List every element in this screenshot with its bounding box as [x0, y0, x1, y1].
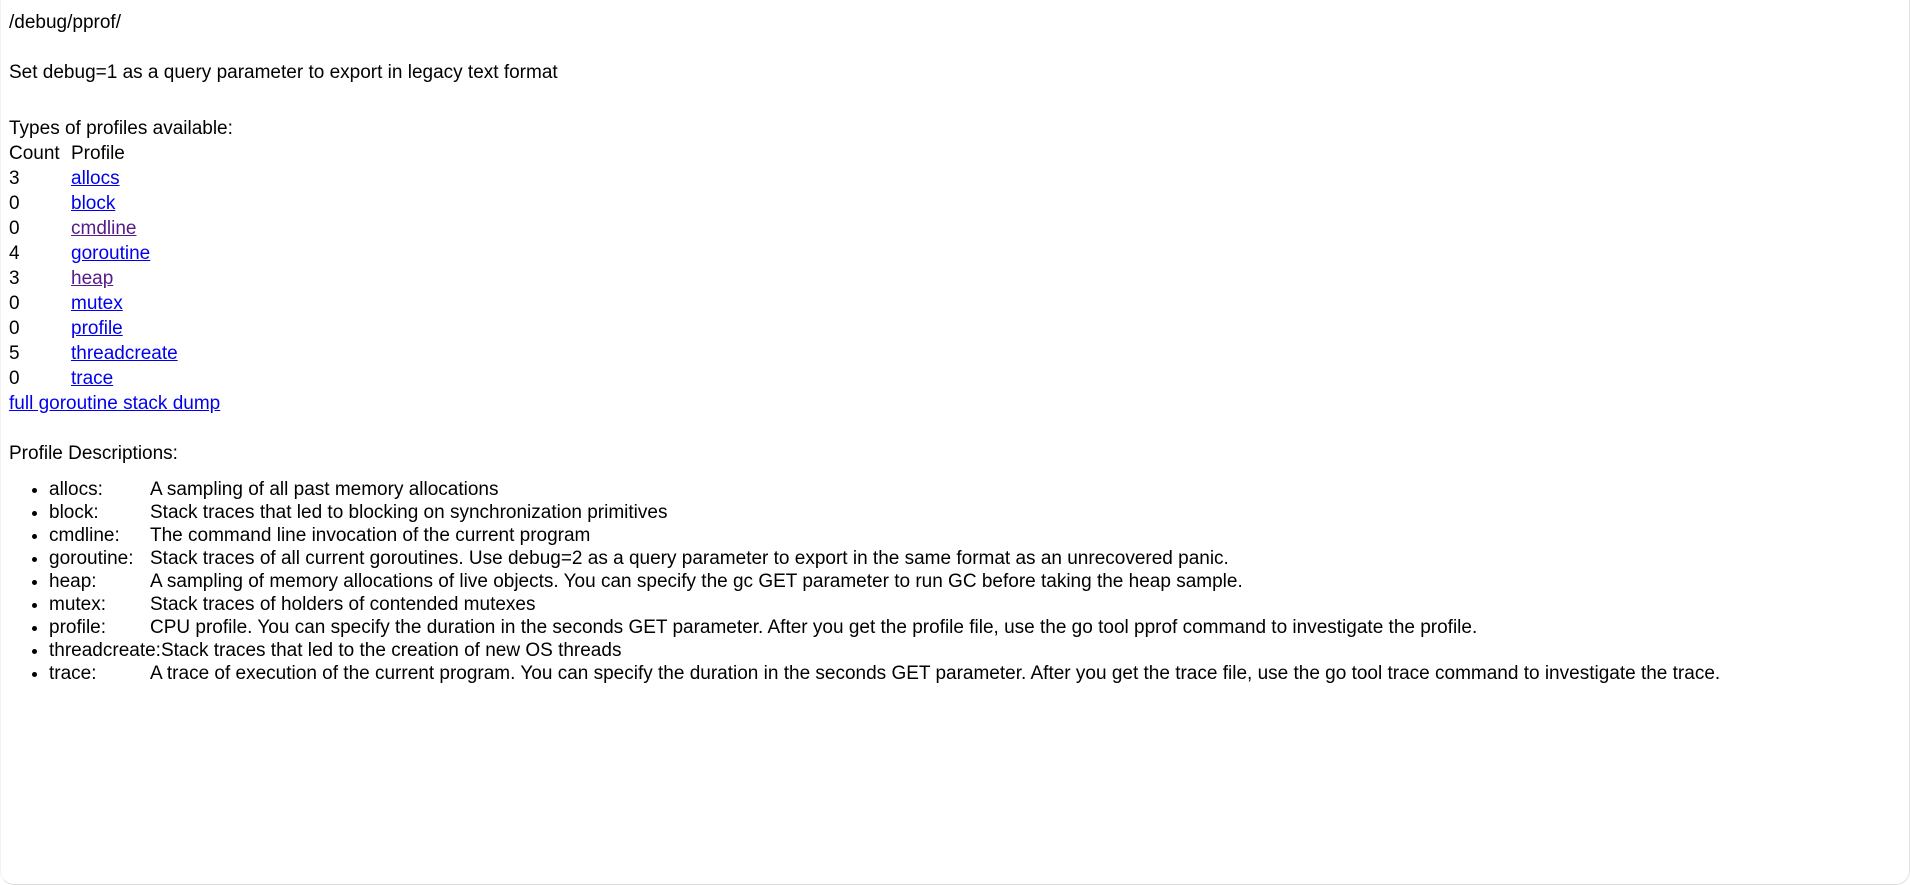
profile-link-cmdline[interactable]: cmdline: [71, 218, 136, 239]
types-of-profiles-heading: Types of profiles available:: [9, 118, 233, 139]
table-row: 0 profile: [9, 316, 178, 341]
description-text: CPU profile. You can specify the duratio…: [150, 617, 1478, 638]
profile-name-cell: trace: [71, 366, 178, 391]
profile-name-cell: heap: [71, 266, 178, 291]
description-text: A sampling of memory allocations of live…: [150, 571, 1243, 592]
description-text: Stack traces that led to blocking on syn…: [150, 502, 668, 523]
profile-link-block[interactable]: block: [71, 193, 115, 214]
table-row: 0 cmdline: [9, 216, 178, 241]
table-row: 3 allocs: [9, 166, 178, 191]
list-item: threadcreate:Stack traces that led to th…: [49, 639, 1901, 662]
description-text: Stack traces of holders of contended mut…: [150, 594, 536, 615]
profile-name-cell: block: [71, 191, 178, 216]
table-row: 3 heap: [9, 266, 178, 291]
description-text: Stack traces of all current goroutines. …: [150, 548, 1229, 569]
table-header-row: Count Profile: [9, 141, 178, 166]
list-item: trace: A trace of execution of the curren…: [49, 662, 1901, 685]
profile-name-cell: profile: [71, 316, 178, 341]
description-label: profile:: [49, 617, 107, 638]
table-row: 0 trace: [9, 366, 178, 391]
profile-link-profile[interactable]: profile: [71, 318, 123, 339]
column-header-profile: Profile: [71, 143, 125, 164]
full-goroutine-stack-dump-link[interactable]: full goroutine stack dump: [9, 393, 220, 414]
description-label: mutex:: [49, 594, 107, 615]
description-label: block:: [49, 502, 99, 523]
profile-count: 4: [9, 243, 20, 264]
column-header-count: Count: [9, 143, 60, 164]
list-item: cmdline: The command line invocation of t…: [49, 524, 1901, 547]
profile-name-cell: goroutine: [71, 241, 178, 266]
debug-hint-text: Set debug=1 as a query parameter to expo…: [9, 62, 558, 83]
profiles-table-head: Count Profile: [9, 141, 178, 166]
profile-count: 3: [9, 268, 20, 289]
list-item: profile: CPU profile. You can specify the…: [49, 616, 1901, 639]
profile-descriptions-heading: Profile Descriptions:: [9, 443, 178, 464]
profiles-table: Count Profile 3 allocs 0 block 0 cmdline 4 goro…: [9, 141, 178, 391]
profile-link-threadcreate[interactable]: threadcreate: [71, 343, 178, 364]
list-item: goroutine: Stack traces of all current go…: [49, 547, 1901, 570]
pprof-index-page: /debug/pprof/ Set debug=1 as a query par…: [1, 0, 1909, 693]
description-text: Stack traces that led to the creation of…: [160, 640, 622, 661]
page-title: /debug/pprof/: [9, 12, 121, 33]
table-row: 0 mutex: [9, 291, 178, 316]
profile-count: 3: [9, 168, 20, 189]
profile-count: 0: [9, 368, 20, 389]
stack-dump-row: full goroutine stack dump: [9, 391, 1901, 416]
list-item: mutex: Stack traces of holders of contend…: [49, 593, 1901, 616]
profiles-table-body: 3 allocs 0 block 0 cmdline 4 goroutine 3 heap 0 mut…: [9, 166, 178, 391]
description-label: threadcreate:: [49, 640, 161, 661]
list-item: block: Stack traces that led to blocking …: [49, 501, 1901, 524]
browser-viewport: /debug/pprof/ Set debug=1 as a query par…: [0, 0, 1910, 885]
description-text: A trace of execution of the current prog…: [150, 663, 1721, 684]
profile-link-allocs[interactable]: allocs: [71, 168, 120, 189]
profile-count: 5: [9, 343, 20, 364]
profile-name-cell: allocs: [71, 166, 178, 191]
description-text: A sampling of all past memory allocation…: [150, 479, 499, 500]
list-item: heap: A sampling of memory allocations of…: [49, 570, 1901, 593]
description-label: trace:: [49, 663, 97, 684]
profile-count: 0: [9, 318, 20, 339]
profile-link-goroutine[interactable]: goroutine: [71, 243, 150, 264]
profile-count: 0: [9, 293, 20, 314]
profile-link-trace[interactable]: trace: [71, 368, 113, 389]
description-label: heap:: [49, 571, 97, 592]
profile-count: 0: [9, 218, 20, 239]
profile-name-cell: cmdline: [71, 216, 178, 241]
table-row: 0 block: [9, 191, 178, 216]
description-label: allocs:: [49, 479, 103, 500]
description-label: goroutine:: [49, 548, 134, 569]
list-item: allocs: A sampling of all past memory all…: [49, 478, 1901, 501]
table-row: 5 threadcreate: [9, 341, 178, 366]
profile-descriptions-list: allocs: A sampling of all past memory all…: [9, 478, 1901, 685]
profile-link-mutex[interactable]: mutex: [71, 293, 123, 314]
profile-link-heap[interactable]: heap: [71, 268, 113, 289]
profile-name-cell: mutex: [71, 291, 178, 316]
profile-count: 0: [9, 193, 20, 214]
description-label: cmdline:: [49, 525, 120, 546]
description-text: The command line invocation of the curre…: [150, 525, 591, 546]
table-row: 4 goroutine: [9, 241, 178, 266]
profile-name-cell: threadcreate: [71, 341, 178, 366]
